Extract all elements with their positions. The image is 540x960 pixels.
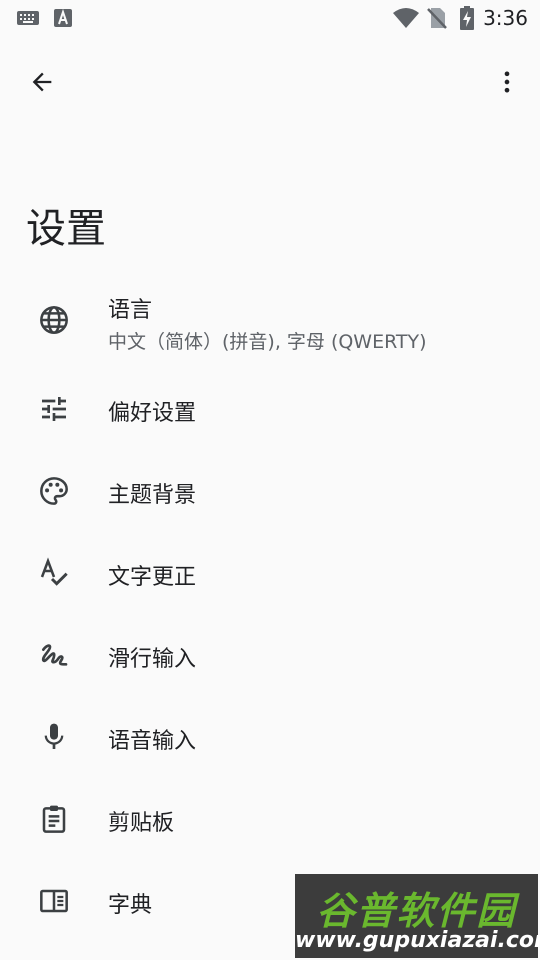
- page-title: 设置: [26, 206, 106, 252]
- back-button[interactable]: [18, 60, 66, 108]
- watermark-name: 谷普软件园: [316, 889, 517, 933]
- settings-item-label: 剪贴板: [108, 811, 175, 836]
- settings-item-label: 偏好设置: [108, 401, 197, 426]
- clipboard-icon: [36, 801, 72, 837]
- dictionary-icon: [36, 883, 72, 919]
- no-sim-icon: [426, 6, 448, 34]
- font-a-icon: [52, 6, 74, 34]
- settings-item-theme[interactable]: 主题背景: [0, 450, 540, 532]
- settings-item-label: 语音输入: [108, 729, 197, 754]
- tune-icon: [36, 391, 72, 427]
- settings-item-preferences[interactable]: 偏好设置: [0, 368, 540, 450]
- toolbar: [0, 56, 540, 112]
- more-options-button[interactable]: [483, 60, 531, 108]
- watermark: 谷普软件园 www.gupuxiazai.com: [295, 874, 540, 958]
- settings-item-text-correction[interactable]: 文字更正: [0, 532, 540, 614]
- settings-item-clipboard[interactable]: 剪贴板: [0, 778, 540, 860]
- keyboard-icon: [16, 6, 40, 34]
- settings-item-label: 文字更正: [108, 565, 197, 590]
- settings-item-voice-input[interactable]: 语音输入: [0, 696, 540, 778]
- watermark-url: www.gupuxiazai.com: [295, 928, 540, 953]
- settings-item-language[interactable]: 语言 中文（简体）(拼音), 字母 (QWERTY): [0, 272, 540, 368]
- palette-icon: [36, 473, 72, 509]
- wifi-icon: [392, 6, 420, 34]
- gesture-icon: [36, 637, 72, 673]
- mic-icon: [36, 719, 72, 755]
- status-bar: 3:36: [0, 0, 540, 36]
- battery-charging-icon: [458, 6, 476, 34]
- settings-item-label: 滑行输入: [108, 647, 197, 672]
- globe-icon: [36, 302, 72, 338]
- spellcheck-icon: [36, 555, 72, 591]
- settings-item-label: 字典: [108, 893, 153, 918]
- settings-item-label: 主题背景: [108, 483, 197, 508]
- more-vert-icon: [493, 68, 521, 100]
- clock: 3:36: [483, 6, 528, 30]
- settings-item-summary: 中文（简体）(拼音), 字母 (QWERTY): [108, 331, 427, 353]
- settings-item-glide-typing[interactable]: 滑行输入: [0, 614, 540, 696]
- settings-list: 语言 中文（简体）(拼音), 字母 (QWERTY) 偏好设置 主题背景 文字更…: [0, 272, 540, 942]
- settings-item-label: 语言: [108, 298, 153, 323]
- arrow-back-icon: [28, 68, 56, 100]
